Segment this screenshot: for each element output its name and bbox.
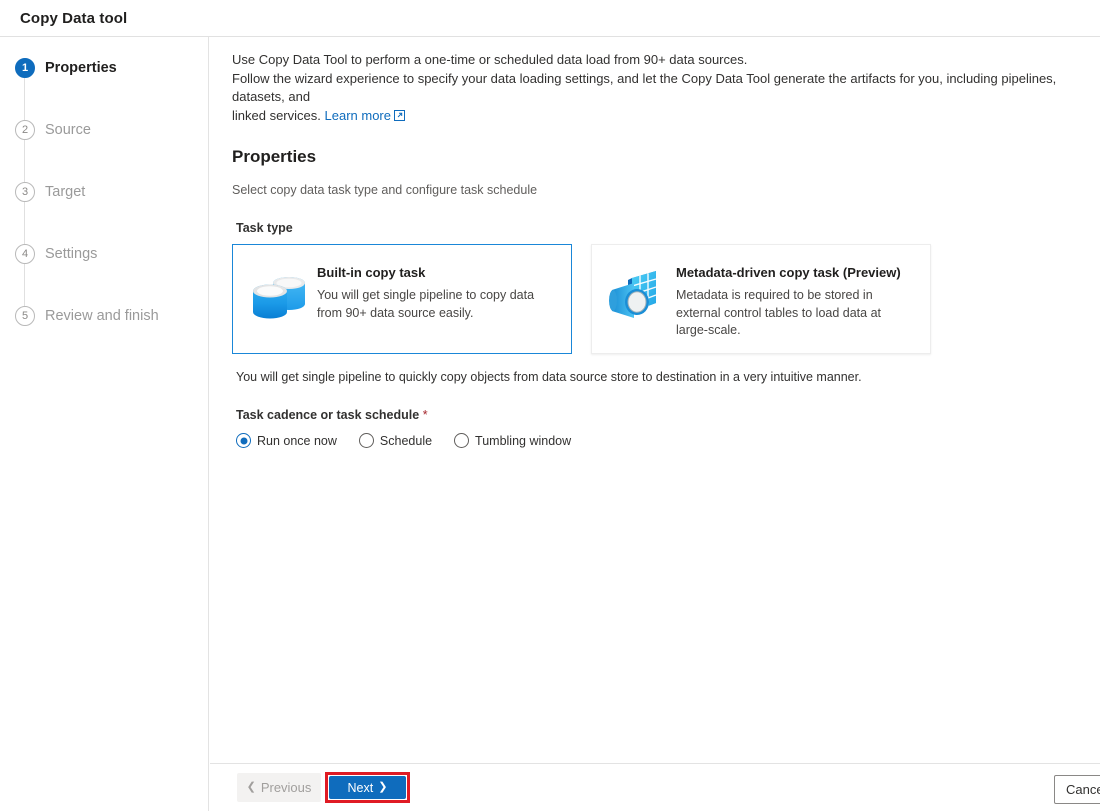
chevron-left-icon: ❮ [246,781,256,793]
card-title: Metadata-driven copy task (Preview) [676,265,901,280]
step-label: Target [45,184,86,200]
task-type-card-group: Built-in copy task You will get single p… [232,244,1078,354]
next-button-label: Next [347,780,374,795]
step-number-badge: 1 [15,58,35,78]
step-connector-line [24,140,25,182]
sidebar-step-settings[interactable]: 4 Settings [15,244,208,306]
sidebar-step-properties[interactable]: 1 Properties [15,58,208,120]
step-label: Properties [45,60,117,76]
sidebar-step-target[interactable]: 3 Target [15,182,208,244]
database-cylinders-icon [247,265,309,327]
task-cadence-label-text: Task cadence or task schedule [236,408,420,422]
window-title: Copy Data tool [20,9,128,27]
cancel-button[interactable]: Cancel [1054,775,1100,804]
card-description: You will get single pipeline to copy dat… [317,288,535,320]
step-connector-line [24,202,25,244]
required-marker: * [422,408,428,422]
chevron-right-icon: ❯ [378,781,388,793]
sidebar-step-source[interactable]: 2 Source [15,120,208,182]
page-subtitle: Select copy data task type and configure… [232,183,538,197]
radio-label: Schedule [379,433,433,448]
step-connector-line [24,264,25,306]
intro-line-3: linked services. [232,107,321,123]
main-content: Use Copy Data Tool to perform a one-time… [210,37,1100,763]
task-type-label: Task type [236,221,293,235]
radio-circle-icon [454,433,470,448]
intro-line-2: Follow the wizard experience to specify … [232,70,1057,105]
task-cadence-radio-group: Run once now Schedule Tumbling window [236,433,1078,448]
step-number-badge: 3 [15,182,35,202]
task-type-card-built-in-copy-task[interactable]: Built-in copy task You will get single p… [232,244,572,354]
step-label: Review and finish [45,308,159,324]
external-link-icon[interactable] [393,108,405,121]
next-button[interactable]: Next ❯ [329,776,406,799]
step-number-badge: 4 [15,244,35,264]
copy-data-tool-dialog: Copy Data tool 1 Properties 2 Source 3 T… [0,0,1100,811]
step-connector-line [24,78,25,120]
radio-run-once-now[interactable]: Run once now [236,433,337,448]
step-number-badge: 5 [15,306,35,326]
learn-more-link[interactable]: Learn more [325,108,391,123]
previous-button-label: Previous [260,780,312,795]
intro-paragraph: Use Copy Data Tool to perform a one-time… [232,51,1078,125]
step-label: Source [45,122,91,138]
wizard-sidebar: 1 Properties 2 Source 3 Target 4 Setting… [0,37,209,811]
window-titlebar: Copy Data tool [0,0,1100,37]
radio-circle-icon [236,433,251,448]
metadata-table-magnifier-icon [606,265,668,327]
sidebar-step-review-and-finish[interactable]: 5 Review and finish [15,306,208,368]
card-description: Metadata is required to be stored in ext… [676,288,881,337]
intro-line-1: Use Copy Data Tool to perform a one-time… [232,52,748,67]
task-type-note: You will get single pipeline to quickly … [236,370,862,384]
radio-label: Run once now [257,433,337,448]
step-label: Settings [45,246,98,262]
task-cadence-label: Task cadence or task schedule * [236,408,1078,422]
previous-button[interactable]: ❮ Previous [237,773,321,802]
page-title: Properties [232,147,317,166]
wizard-step-list: 1 Properties 2 Source 3 Target 4 Setting… [15,58,208,368]
radio-label: Tumbling window [475,433,572,448]
step-number-badge: 2 [15,120,35,140]
card-title: Built-in copy task [317,265,426,280]
task-type-card-metadata-driven-copy-task[interactable]: Metadata-driven copy task (Preview) Meta… [591,244,931,354]
card-text-block: Metadata-driven copy task (Preview) Meta… [676,261,916,340]
radio-circle-icon [358,433,374,448]
radio-tumbling-window[interactable]: Tumbling window [454,433,571,448]
card-text-block: Built-in copy task You will get single p… [317,261,557,322]
cancel-button-label: Cancel [1066,782,1100,797]
radio-schedule[interactable]: Schedule [358,433,433,448]
